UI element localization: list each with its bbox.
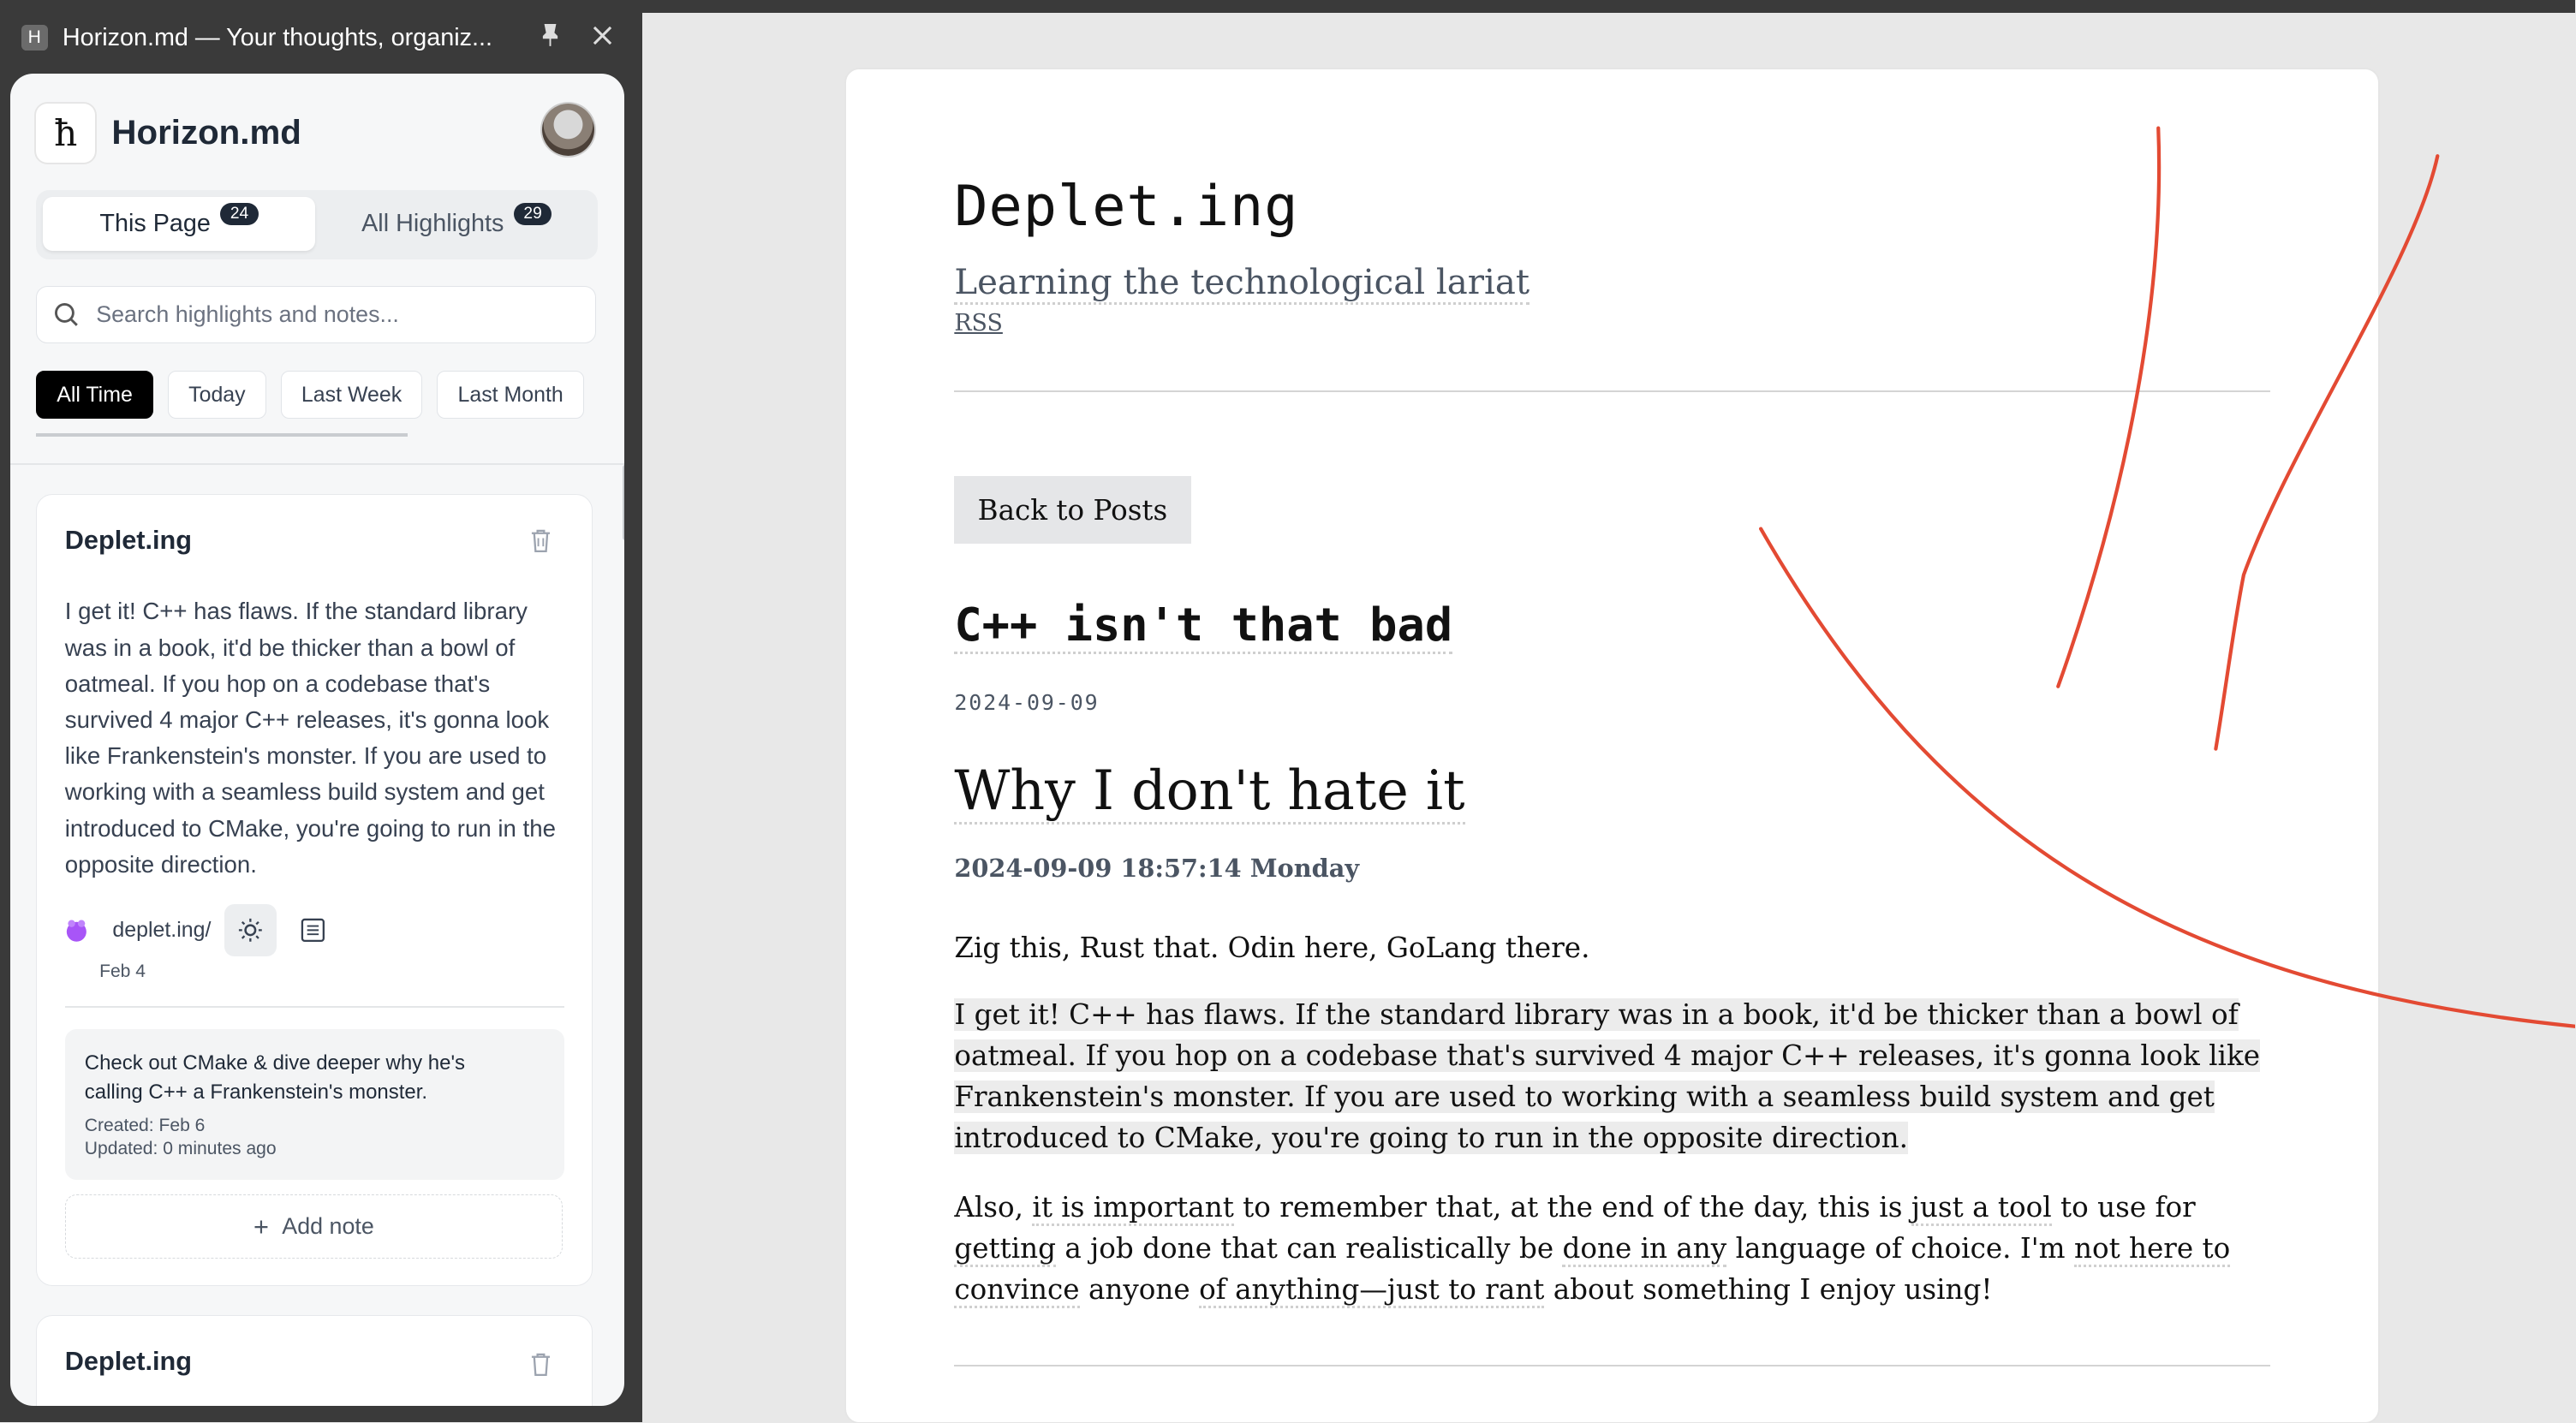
search-input[interactable] xyxy=(92,299,576,330)
search-box xyxy=(36,285,597,343)
highlight-line: Frankenstein's monster. If you are used … xyxy=(954,1081,2215,1114)
text-run: to use for xyxy=(2051,1190,2196,1224)
highlight-card[interactable]: Deplet.ing I get it! C++ has flaws. If t… xyxy=(36,494,593,1286)
trash-icon[interactable] xyxy=(530,1352,552,1384)
sidebar-window: H Horizon.md — Your thoughts, organiz...… xyxy=(0,0,642,1422)
card-title: Deplet.ing xyxy=(64,524,193,555)
avatar[interactable] xyxy=(541,103,595,157)
back-to-posts-button[interactable]: Back to Posts xyxy=(954,476,1191,544)
blog-page: Deplet.ing Learning the technological la… xyxy=(845,68,2379,1422)
site-favicon-icon xyxy=(66,920,86,942)
sun-icon[interactable] xyxy=(224,903,277,957)
text-run: Also, xyxy=(954,1190,1033,1224)
horizon-logo: ħ xyxy=(36,103,96,163)
tab-this-page[interactable]: This Page 24 xyxy=(42,197,316,252)
highlighted-paragraph[interactable]: I get it! C++ has flaws. If the standard… xyxy=(954,995,2268,1159)
post-title: C++ isn't that bad xyxy=(954,598,1453,655)
annotated-text[interactable]: getting xyxy=(954,1231,1056,1267)
highlight-text: I get it! C++ has flaws. If the standard… xyxy=(64,598,556,878)
text-run: to remember that, at the end of the day,… xyxy=(1233,1190,1911,1224)
filter-today[interactable]: Today xyxy=(168,371,266,420)
count-badge: 24 xyxy=(220,203,259,226)
add-note-button[interactable]: + Add note xyxy=(64,1194,564,1259)
window-title: Horizon.md — Your thoughts, organiz... xyxy=(62,23,492,51)
blog-tagline: Learning the technological lariat xyxy=(954,263,1530,305)
panel-header: ħ Horizon.md xyxy=(36,103,301,163)
tab-label: This Page xyxy=(99,210,211,238)
highlight-line: oatmeal. If you hop on a codebase that's… xyxy=(954,1039,2261,1073)
site-link[interactable]: deplet.ing/ xyxy=(112,918,211,943)
rss-link[interactable]: RSS xyxy=(954,310,1003,336)
tab-all-highlights[interactable]: All Highlights 29 xyxy=(322,197,592,251)
tab-bar: This Page 24 All Highlights 29 xyxy=(36,190,599,260)
tab-label: All Highlights xyxy=(361,210,504,238)
text-run: language of choice. I'm xyxy=(1726,1231,2074,1265)
annotated-text[interactable]: done in any xyxy=(1562,1231,1727,1267)
divider xyxy=(64,1005,564,1008)
annotated-text[interactable]: just a tool xyxy=(1911,1190,2052,1226)
blog-title[interactable]: Deplet.ing xyxy=(954,174,1298,239)
app-favicon-icon: H xyxy=(21,24,48,51)
filter-last-week[interactable]: Last Week xyxy=(280,371,423,420)
notes-icon[interactable] xyxy=(293,911,332,950)
divider xyxy=(9,462,624,465)
highlight-line: I get it! C++ has flaws. If the standard… xyxy=(954,998,2239,1032)
note-created: Created: Feb 6 xyxy=(84,1116,206,1136)
section-heading: Why I don't hate it xyxy=(954,759,1465,825)
card-title: Deplet.ing xyxy=(64,1345,193,1376)
text-run: a job done that can realistically be xyxy=(1055,1231,1563,1265)
count-badge: 29 xyxy=(513,203,552,226)
text-run: anyone xyxy=(1079,1272,1200,1306)
pin-icon[interactable] xyxy=(532,23,568,53)
highlight-line: introduced to CMake, you're going to run… xyxy=(954,1122,1908,1155)
close-icon[interactable] xyxy=(585,24,621,52)
note-item[interactable]: Check out CMake & dive deeper why he's c… xyxy=(64,1028,564,1181)
highlight-card[interactable]: Deplet.ing xyxy=(36,1315,593,1406)
filter-last-month[interactable]: Last Month xyxy=(437,371,584,420)
highlight-date: Feb 4 xyxy=(99,962,146,981)
brand-name: Horizon.md xyxy=(111,113,301,152)
highlights-panel: ħ Horizon.md This Page 24 All Highlights… xyxy=(9,74,624,1406)
date-filters: All Time Today Last Week Last Month xyxy=(36,371,599,420)
post-timestamp: 2024-09-09 18:57:14 Monday xyxy=(954,854,1360,884)
sidebar-titlebar: H Horizon.md — Your thoughts, organiz... xyxy=(0,0,642,75)
trash-icon[interactable] xyxy=(530,528,552,560)
list-scrollbar[interactable] xyxy=(622,464,624,540)
paragraph: Zig this, Rust that. Odin here, GoLang t… xyxy=(954,931,1590,964)
divider xyxy=(954,1364,2270,1366)
card-meta: deplet.ing/ xyxy=(63,903,332,957)
plus-icon: + xyxy=(253,1211,269,1241)
filters-scrollbar[interactable] xyxy=(36,433,408,438)
filter-all-time[interactable]: All Time xyxy=(36,371,153,420)
paragraph: Also, it is important to remember that, … xyxy=(954,1188,2268,1311)
text-run: about something I enjoy using! xyxy=(1544,1272,1993,1306)
post-date: 2024-09-09 xyxy=(954,689,1100,715)
add-note-label: Add note xyxy=(282,1213,374,1240)
note-text: Check out CMake & dive deeper why he's c… xyxy=(84,1051,466,1104)
divider xyxy=(954,390,2270,393)
note-updated: Updated: 0 minutes ago xyxy=(84,1139,277,1159)
annotated-text[interactable]: of anything—just to rant xyxy=(1199,1272,1545,1308)
annotated-text[interactable]: it is important xyxy=(1032,1190,1234,1226)
search-icon xyxy=(55,302,79,326)
